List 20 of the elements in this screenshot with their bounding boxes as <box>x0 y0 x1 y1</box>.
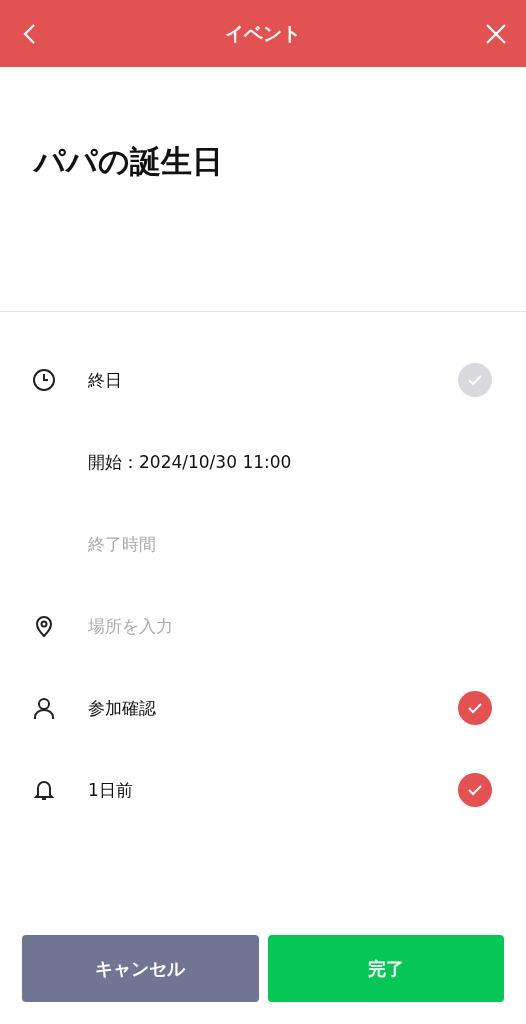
checkmark-icon <box>467 374 483 386</box>
done-button[interactable]: 完了 <box>267 935 504 1002</box>
person-icon <box>32 696 56 720</box>
cancel-button[interactable]: キャンセル <box>22 935 259 1002</box>
row-label: 開始：2024/10/30 11:00 <box>88 450 293 474</box>
checkmark-icon <box>467 784 483 796</box>
check-toggle[interactable] <box>458 363 492 397</box>
placeholder-text[interactable]: 場所を入力 <box>88 614 492 638</box>
row-label: 終日 <box>88 368 123 392</box>
check-toggle[interactable] <box>458 691 492 725</box>
bell-icon <box>32 778 56 802</box>
event-title: パパの誕生日 <box>34 143 223 179</box>
screen-title: イベント <box>225 20 301 46</box>
checkmark-icon <box>467 702 483 714</box>
row-label: 1日前 <box>88 778 134 802</box>
check-toggle[interactable] <box>458 773 492 807</box>
clock-icon <box>32 368 56 392</box>
placeholder-text[interactable]: 終了時間 <box>88 532 492 556</box>
close-button[interactable] <box>484 21 508 46</box>
row-label: 参加確認 <box>88 696 157 720</box>
